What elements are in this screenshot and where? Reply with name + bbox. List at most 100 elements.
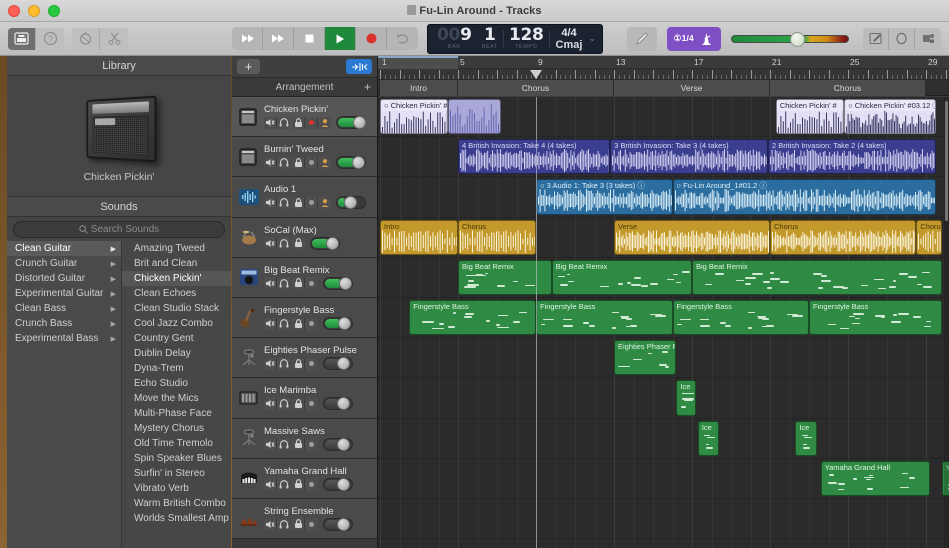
mute-button[interactable] bbox=[264, 277, 277, 289]
region[interactable]: Fingerstyle Bass bbox=[536, 300, 673, 335]
region[interactable]: Intro bbox=[380, 220, 458, 255]
track-name[interactable]: String Ensemble bbox=[264, 506, 372, 517]
mute-button[interactable] bbox=[264, 237, 277, 249]
preset-item[interactable]: Surfin' in Stereo bbox=[122, 466, 231, 481]
lock-button[interactable] bbox=[292, 197, 305, 209]
track-lane[interactable] bbox=[378, 499, 949, 539]
category-item[interactable]: Crunch Bass▶ bbox=[7, 316, 121, 331]
track-header[interactable]: Fingerstyle Bass bbox=[232, 298, 377, 338]
metronome-group[interactable]: ①1/4 bbox=[667, 27, 721, 51]
track-header[interactable]: Eighties Phaser Pulse bbox=[232, 338, 377, 378]
track-header[interactable]: Chicken Pickin' bbox=[232, 97, 377, 137]
region[interactable]: Chicken Pickin' # bbox=[776, 99, 844, 134]
track-name[interactable]: SoCal (Max) bbox=[264, 225, 372, 236]
region[interactable]: Chorus bbox=[770, 220, 916, 255]
region[interactable]: Chorus bbox=[458, 220, 536, 255]
lcd-chevron-down-icon[interactable]: ⌄ bbox=[588, 25, 598, 53]
scissors-button[interactable] bbox=[100, 28, 128, 50]
track-volume-slider[interactable] bbox=[323, 357, 353, 370]
play-button[interactable] bbox=[325, 27, 356, 50]
add-track-button[interactable]: + bbox=[237, 59, 260, 74]
lcd-beat[interactable]: 1 BEAT bbox=[477, 25, 503, 53]
preset-item[interactable]: Multi-Phase Face bbox=[122, 406, 231, 421]
volume-knob[interactable] bbox=[337, 397, 350, 410]
lock-button[interactable] bbox=[292, 518, 305, 530]
lock-button[interactable] bbox=[292, 117, 305, 129]
master-volume-slider[interactable] bbox=[731, 35, 849, 43]
lock-button[interactable] bbox=[292, 398, 305, 410]
record-button[interactable] bbox=[305, 318, 318, 330]
solo-button[interactable] bbox=[277, 438, 290, 450]
track-name[interactable]: Massive Saws bbox=[264, 426, 372, 437]
track-volume-slider[interactable] bbox=[323, 518, 353, 531]
arrangement-markers-row[interactable]: IntroChorusVerseChorus bbox=[378, 80, 949, 96]
region[interactable]: Ice bbox=[795, 421, 816, 456]
timeline-ruler[interactable]: 1591317212529 IntroChorusVerseChorus bbox=[378, 56, 949, 97]
region[interactable]: Ice bbox=[698, 421, 719, 456]
track-name[interactable]: Fingerstyle Bass bbox=[264, 305, 372, 316]
category-item[interactable]: Clean Guitar▶ bbox=[7, 241, 121, 256]
track-header[interactable]: Yamaha Grand Hall bbox=[232, 459, 377, 499]
quick-help-button[interactable]: ? bbox=[36, 28, 64, 50]
preset-item[interactable]: Amazing Tweed bbox=[122, 241, 231, 256]
preset-item[interactable]: Clean Echoes bbox=[122, 286, 231, 301]
rewind-button[interactable] bbox=[232, 27, 263, 50]
preset-item[interactable]: Cool Jazz Combo bbox=[122, 316, 231, 331]
preset-item[interactable]: Mystery Chorus bbox=[122, 421, 231, 436]
track-name[interactable]: Eighties Phaser Pulse bbox=[264, 345, 372, 356]
solo-button[interactable] bbox=[277, 157, 290, 169]
preset-item[interactable]: Dyna-Trem bbox=[122, 361, 231, 376]
solo-button[interactable] bbox=[277, 237, 290, 249]
category-item[interactable]: Experimental Guitar▶ bbox=[7, 286, 121, 301]
input-monitor-button[interactable] bbox=[318, 117, 331, 129]
track-volume-slider[interactable] bbox=[336, 196, 366, 209]
cycle-range[interactable] bbox=[378, 56, 458, 69]
preset-item[interactable]: Chicken Pickin' bbox=[122, 271, 231, 286]
loop-browser-button[interactable] bbox=[889, 28, 915, 50]
solo-button[interactable] bbox=[277, 478, 290, 490]
preset-item[interactable]: Clean Studio Stack bbox=[122, 301, 231, 316]
cycle-button[interactable] bbox=[387, 27, 418, 50]
track-name[interactable]: Audio 1 bbox=[264, 184, 372, 195]
region[interactable]: Fingerstyle Bass bbox=[809, 300, 942, 335]
region[interactable]: ○ Chicken Pickin' #03.3 ⓘ bbox=[380, 99, 448, 134]
preset-item[interactable]: Country Gent bbox=[122, 331, 231, 346]
record-button[interactable] bbox=[305, 197, 318, 209]
record-button[interactable] bbox=[305, 398, 318, 410]
record-button[interactable] bbox=[305, 358, 318, 370]
preset-list[interactable]: Amazing TweedBrit and CleanChicken Picki… bbox=[122, 241, 231, 548]
track-volume-slider[interactable] bbox=[336, 156, 366, 169]
library-toggle-button[interactable] bbox=[8, 28, 36, 50]
mute-button[interactable] bbox=[264, 157, 277, 169]
track-header[interactable]: SoCal (Max) bbox=[232, 218, 377, 258]
tuner-button[interactable] bbox=[72, 28, 100, 50]
volume-knob[interactable] bbox=[352, 156, 365, 169]
track-header[interactable]: Big Beat Remix bbox=[232, 258, 377, 298]
playhead-handle[interactable] bbox=[530, 70, 542, 79]
record-button[interactable] bbox=[305, 478, 318, 490]
region[interactable]: Big Beat Remix bbox=[552, 260, 692, 295]
preset-item[interactable]: Echo Studio bbox=[122, 376, 231, 391]
region[interactable]: Verse bbox=[614, 220, 770, 255]
region[interactable]: Fingerstyle Bass bbox=[409, 300, 536, 335]
lock-button[interactable] bbox=[292, 438, 305, 450]
mute-button[interactable] bbox=[264, 398, 277, 410]
lock-button[interactable] bbox=[292, 157, 305, 169]
category-item[interactable]: Distorted Guitar▶ bbox=[7, 271, 121, 286]
record-button[interactable] bbox=[305, 438, 318, 450]
volume-knob[interactable] bbox=[337, 357, 350, 370]
preset-item[interactable]: Dublin Delay bbox=[122, 346, 231, 361]
track-header[interactable]: Burnin' Tweed bbox=[232, 137, 377, 177]
region[interactable]: Yamaha Grand Hall bbox=[821, 461, 930, 496]
lock-button[interactable] bbox=[292, 478, 305, 490]
track-lanes[interactable]: ○ Chicken Pickin' #03.3 ⓘ Chicken Pickin'… bbox=[378, 97, 949, 548]
record-button[interactable] bbox=[305, 277, 318, 289]
track-name[interactable]: Yamaha Grand Hall bbox=[264, 466, 372, 477]
solo-button[interactable] bbox=[277, 518, 290, 530]
lcd-display[interactable]: 009 BAR 1 BEAT 128 TEMPO 4/4 Cmaj ⌄ bbox=[427, 24, 603, 54]
track-volume-slider[interactable] bbox=[323, 277, 353, 290]
track-volume-slider[interactable] bbox=[323, 317, 353, 330]
track-name[interactable]: Burnin' Tweed bbox=[264, 144, 372, 155]
volume-knob[interactable] bbox=[338, 317, 351, 330]
arrangement-marker[interactable]: Chorus bbox=[458, 80, 614, 96]
